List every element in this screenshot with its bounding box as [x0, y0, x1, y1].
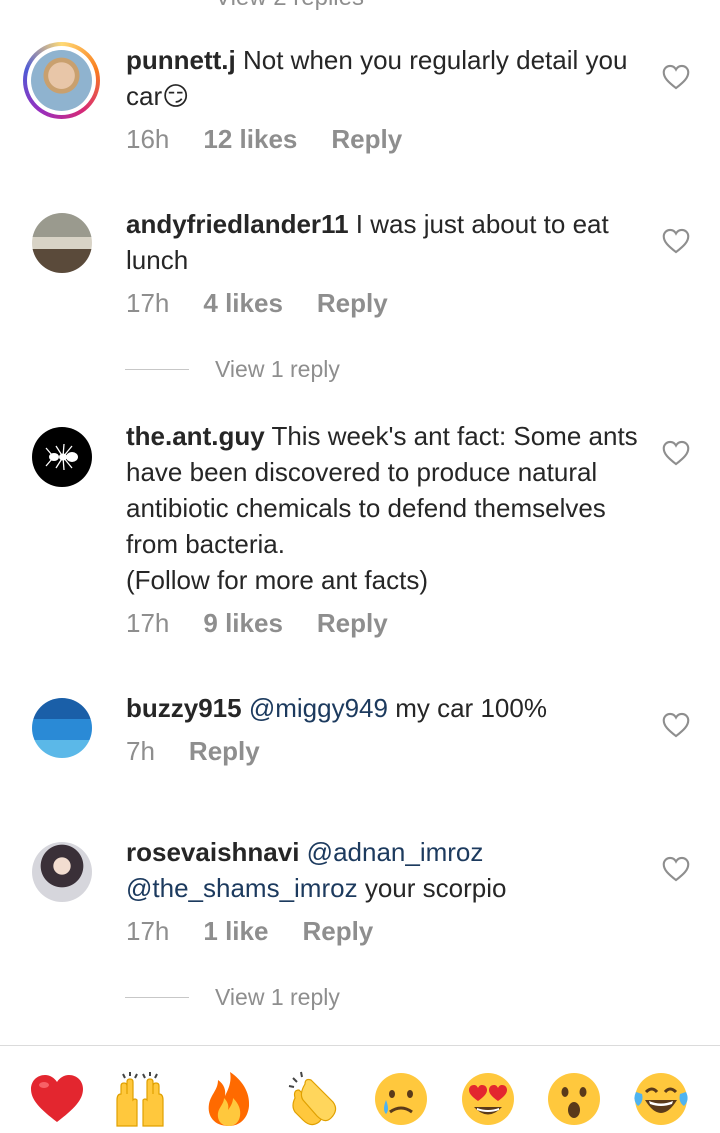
timestamp: 17h: [126, 288, 170, 318]
divider: [125, 997, 189, 998]
reply-button[interactable]: Reply: [302, 916, 373, 947]
fire-icon[interactable]: [200, 1070, 258, 1128]
mention-link[interactable]: @the_shams_imroz: [126, 873, 358, 903]
surprised-face-icon[interactable]: [545, 1070, 603, 1128]
timestamp: 7h: [126, 736, 155, 766]
avatar[interactable]: [32, 213, 92, 273]
likes-count[interactable]: 4 likes: [203, 288, 283, 319]
comment-meta: 17h 4 likes Reply: [126, 288, 388, 319]
comment-meta: 16h 12 likes Reply: [126, 124, 402, 155]
like-heart-icon[interactable]: [662, 440, 690, 466]
comment-text: andyfriedlander11 I was just about to ea…: [126, 209, 609, 275]
username[interactable]: punnett.j: [126, 45, 236, 75]
username[interactable]: the.ant.guy: [126, 421, 265, 451]
comment-meta: 17h 1 like Reply: [126, 916, 373, 947]
username[interactable]: andyfriedlander11: [126, 209, 349, 239]
reply-button[interactable]: Reply: [331, 124, 402, 155]
reply-button[interactable]: Reply: [189, 736, 260, 767]
avatar[interactable]: [32, 842, 92, 902]
view-replies-button[interactable]: View 1 reply: [125, 984, 340, 1011]
avatar[interactable]: [32, 427, 92, 487]
like-heart-icon[interactable]: [662, 856, 690, 882]
avatar[interactable]: [32, 698, 92, 758]
comment-text: the.ant.guy This week's ant fact: Some a…: [126, 421, 638, 595]
smirk-emoji-icon: 😏: [162, 81, 190, 111]
comments-screen: View 2 replies punnett.j Not when you re…: [0, 0, 720, 1133]
username[interactable]: buzzy915: [126, 693, 242, 723]
ant-icon: [45, 443, 78, 471]
raising-hands-icon[interactable]: [111, 1070, 169, 1128]
mention-link[interactable]: @miggy949: [249, 693, 388, 723]
username[interactable]: rosevaishnavi: [126, 837, 299, 867]
tears-of-joy-icon[interactable]: [632, 1070, 690, 1128]
comment-meta: 7h Reply: [126, 736, 260, 767]
comment-text: buzzy915 @miggy949 my car 100%: [126, 693, 547, 723]
like-heart-icon[interactable]: [662, 64, 690, 90]
likes-count[interactable]: 9 likes: [203, 608, 283, 639]
avatar[interactable]: [23, 42, 100, 119]
likes-count[interactable]: 12 likes: [203, 124, 297, 155]
comment-meta: 17h 9 likes Reply: [126, 608, 388, 639]
comment-text: punnett.j Not when you regularly detail …: [126, 45, 628, 111]
timestamp: 17h: [126, 916, 170, 946]
divider: [125, 369, 189, 370]
clapping-hands-icon[interactable]: [285, 1070, 343, 1128]
emoji-reaction-bar: [0, 1045, 720, 1133]
view-replies-button[interactable]: View 1 reply: [125, 356, 340, 383]
timestamp: 16h: [126, 124, 170, 154]
view-replies-partial[interactable]: View 2 replies: [0, 0, 720, 14]
like-heart-icon[interactable]: [662, 228, 690, 254]
reply-button[interactable]: Reply: [317, 288, 388, 319]
like-heart-icon[interactable]: [662, 712, 690, 738]
mention-link[interactable]: @adnan_imroz: [307, 837, 484, 867]
comment-text: rosevaishnavi @adnan_imroz @the_shams_im…: [126, 837, 507, 903]
timestamp: 17h: [126, 608, 170, 638]
sad-face-icon[interactable]: [372, 1070, 430, 1128]
red-heart-icon[interactable]: [28, 1070, 86, 1128]
heart-eyes-icon[interactable]: [459, 1070, 517, 1128]
likes-count[interactable]: 1 like: [203, 916, 268, 947]
reply-button[interactable]: Reply: [317, 608, 388, 639]
